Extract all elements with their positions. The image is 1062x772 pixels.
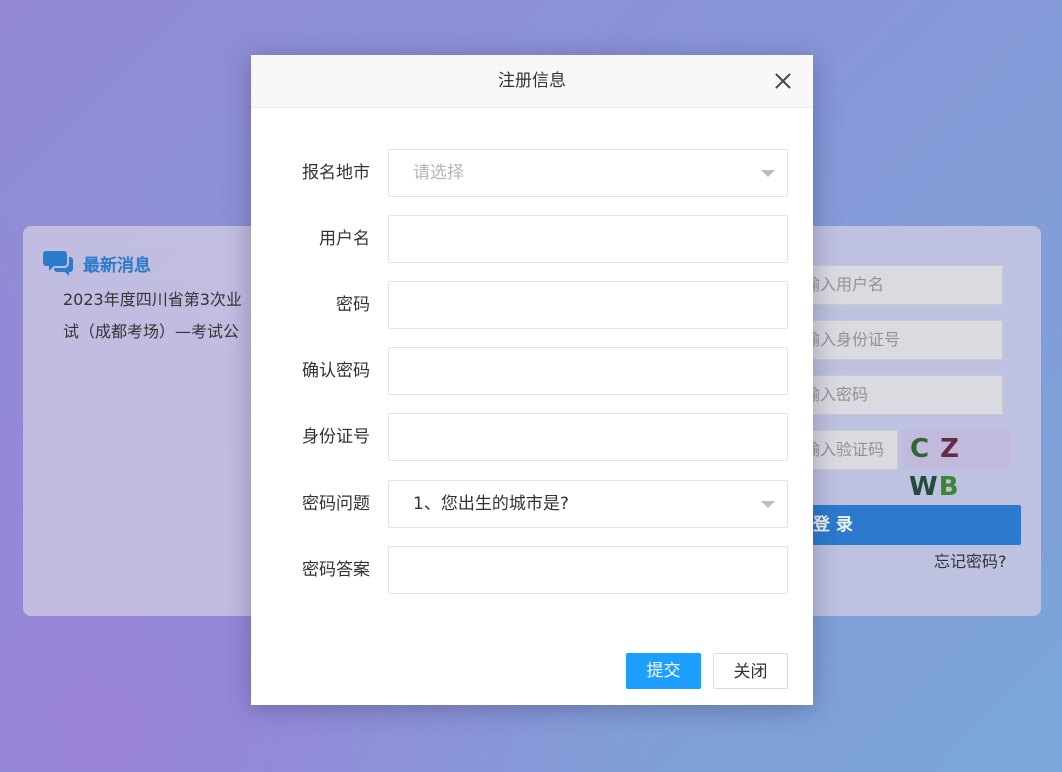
close-button[interactable]: 关闭 [713,653,788,689]
security-question-value: 1、您出生的城市是? [413,494,569,514]
security-question-label: 密码问题 [302,494,370,514]
submit-button[interactable]: 提交 [626,653,701,689]
username-input[interactable] [388,215,788,263]
field-row-username: 用户名 [251,215,813,263]
field-row-city: 报名地市 请选择 [251,149,813,197]
register-dialog: 注册信息 报名地市 请选择 用户名 密码 确认密码 身份证号 密码问题 1、您出… [251,55,813,705]
field-row-security-question: 密码问题 1、您出生的城市是? [251,480,813,528]
password-label: 密码 [336,295,370,315]
city-select[interactable]: 请选择 [388,149,788,197]
confirm-password-label: 确认密码 [302,361,370,381]
field-row-security-answer: 密码答案 [251,546,813,594]
idcard-label: 身份证号 [302,427,370,447]
security-question-select[interactable]: 1、您出生的城市是? [388,480,788,528]
password-input[interactable] [388,281,788,329]
confirm-password-input[interactable] [388,347,788,395]
security-answer-input[interactable] [388,546,788,594]
chevron-down-icon [761,170,775,177]
field-row-password: 密码 [251,281,813,329]
city-label: 报名地市 [302,163,370,183]
city-select-placeholder: 请选择 [413,163,464,183]
chevron-down-icon [761,501,775,508]
username-label: 用户名 [319,229,370,249]
dialog-header: 注册信息 [251,55,813,108]
dialog-title: 注册信息 [498,71,566,91]
field-row-idcard: 身份证号 [251,413,813,461]
idcard-input[interactable] [388,413,788,461]
field-row-confirm-password: 确认密码 [251,347,813,395]
security-answer-label: 密码答案 [302,560,370,580]
close-icon[interactable] [773,71,793,91]
